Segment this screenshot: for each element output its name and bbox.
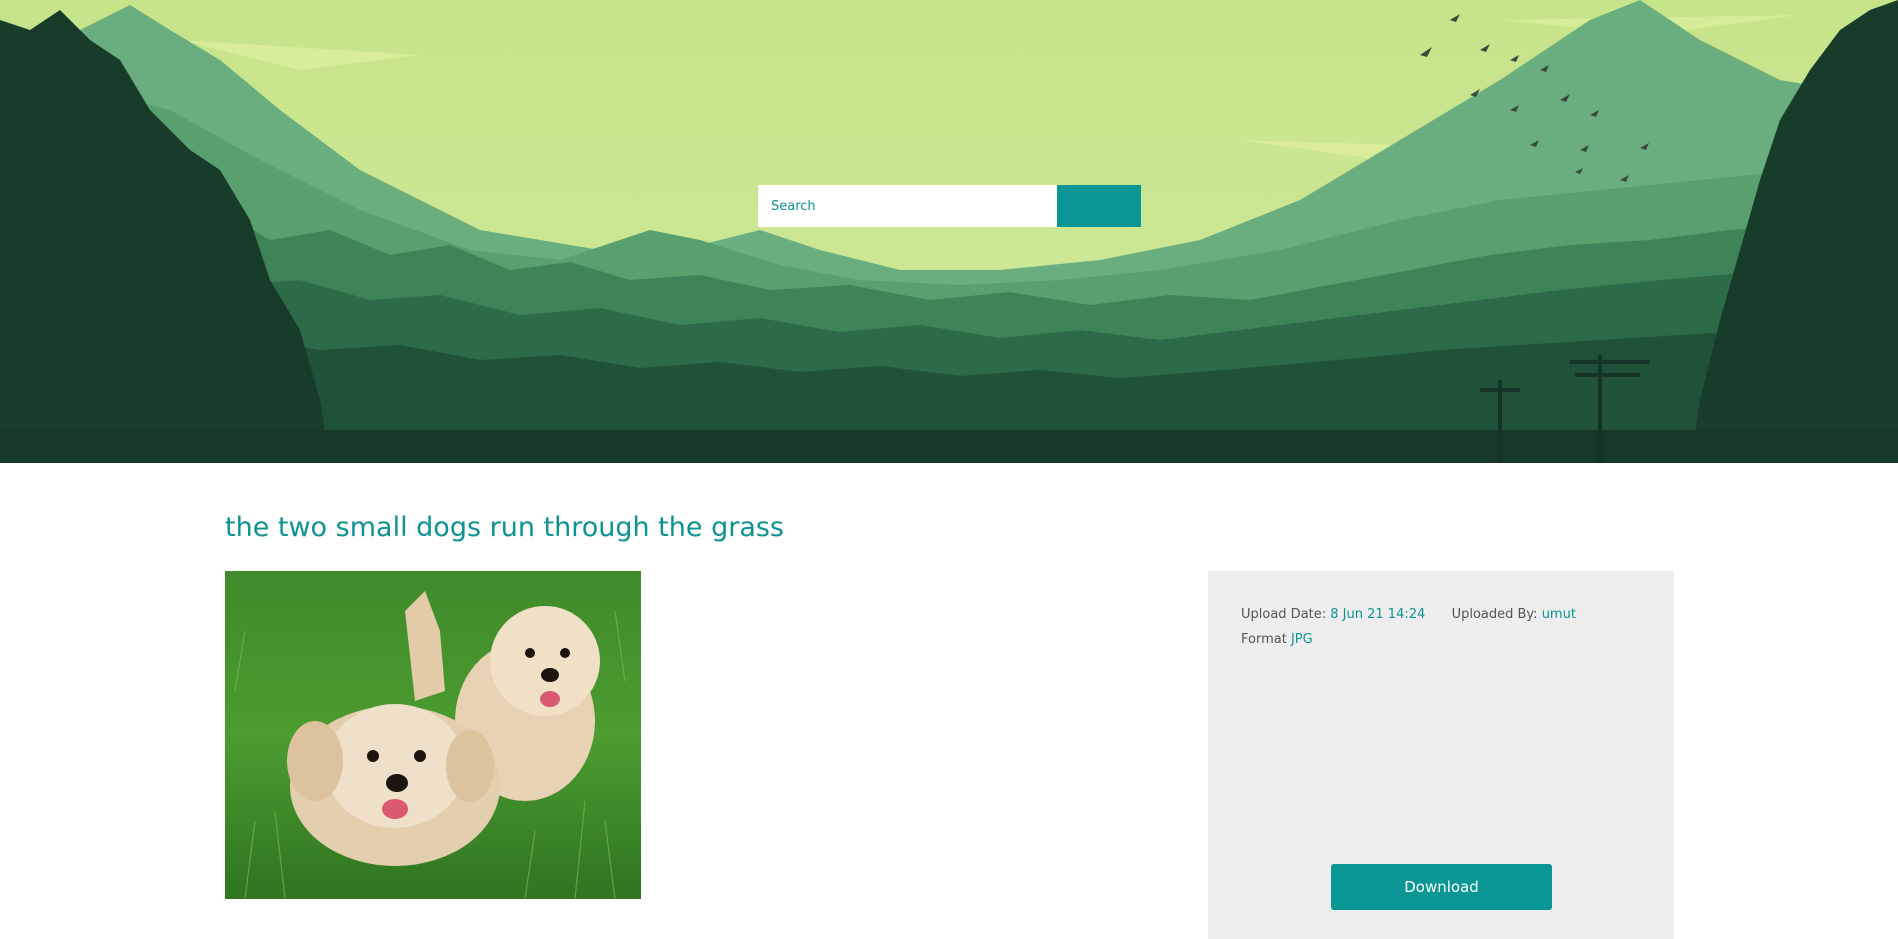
uploaded-by-label: Uploaded By: bbox=[1451, 607, 1538, 622]
format-value: JPG bbox=[1290, 632, 1313, 647]
format-label: Format bbox=[1241, 632, 1287, 647]
search-input[interactable] bbox=[758, 185, 1057, 227]
search-icon bbox=[758, 185, 772, 199]
download-button[interactable]: Download bbox=[1331, 864, 1552, 910]
image-info-panel: Upload Date: 8 Jun 21 14:24 Uploaded By:… bbox=[1208, 571, 1674, 939]
search-button[interactable] bbox=[758, 185, 1141, 227]
uploaded-by-value[interactable]: umut bbox=[1542, 607, 1576, 622]
image-title: the two small dogs run through the grass bbox=[225, 512, 784, 543]
upload-date-label: Upload Date: bbox=[1241, 607, 1327, 622]
mountain-landscape-illustration bbox=[0, 0, 1898, 463]
dogs-image bbox=[225, 571, 641, 899]
format-meta-row: Format JPG bbox=[1241, 632, 1313, 647]
dogs-photo bbox=[225, 571, 641, 899]
hero-banner bbox=[0, 0, 1898, 463]
upload-meta-row: Upload Date: 8 Jun 21 14:24 Uploaded By:… bbox=[1241, 607, 1576, 622]
search-bar bbox=[758, 185, 1141, 227]
upload-date-value: 8 Jun 21 14:24 bbox=[1330, 607, 1426, 622]
